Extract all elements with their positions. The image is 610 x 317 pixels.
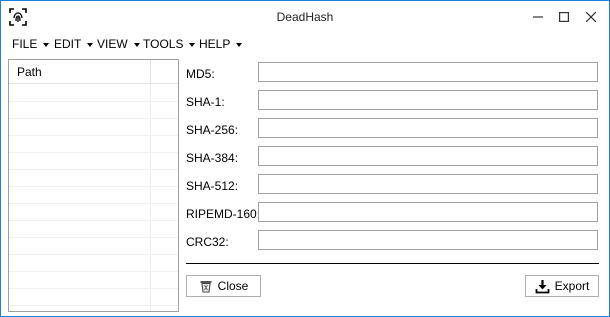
chevron-down-icon [87, 42, 94, 47]
download-icon [535, 279, 550, 293]
grid-row-line [9, 288, 178, 289]
sha384-label: SHA-384: [186, 151, 239, 165]
column-header-filler [151, 60, 178, 83]
close-icon [586, 11, 596, 22]
ripemd160-label: RIPEMD-160: [186, 207, 261, 221]
menu-help[interactable]: HELP [199, 37, 243, 51]
chevron-down-icon [133, 42, 140, 47]
crc32-label: CRC32: [186, 235, 229, 249]
close-button-label: Close [217, 279, 249, 293]
chevron-down-icon [43, 42, 50, 47]
export-button-label: Export [554, 279, 590, 293]
grid-row-line [9, 271, 178, 272]
menu-bar: FILE EDIT VIEW TOOLS HELP [1, 34, 609, 54]
sha256-label: SHA-256: [186, 123, 239, 137]
grid-row-line [9, 220, 178, 221]
md5-label: MD5: [186, 67, 215, 81]
grid-row-line [9, 186, 178, 187]
column-header-path-label: Path [17, 65, 42, 79]
main-window: DeadHash FILE EDIT VIEW TOOLS HELP Path … [0, 0, 610, 317]
sha1-field[interactable] [258, 90, 598, 110]
sha384-field[interactable] [258, 146, 598, 166]
menu-help-label: HELP [199, 37, 231, 51]
menu-edit-label: EDIT [54, 37, 82, 51]
grid-row-line [9, 254, 178, 255]
grid-row-line [9, 152, 178, 153]
trash-icon [200, 281, 212, 293]
close-window-button[interactable] [576, 1, 606, 32]
crc32-field[interactable] [258, 230, 598, 250]
menu-tools-label: TOOLS [143, 37, 184, 51]
menu-view[interactable]: VIEW [97, 37, 140, 51]
menu-tools[interactable]: TOOLS [143, 37, 196, 51]
menu-file[interactable]: FILE [12, 37, 50, 51]
grid-row-line [9, 237, 178, 238]
sha256-field[interactable] [258, 118, 598, 138]
maximize-icon [559, 11, 569, 22]
grid-row-line [9, 203, 178, 204]
ripemd160-field[interactable] [258, 202, 598, 222]
sha512-label: SHA-512: [186, 179, 239, 193]
menu-edit[interactable]: EDIT [54, 37, 94, 51]
file-list[interactable]: Path [8, 59, 179, 312]
grid-row-line [9, 101, 178, 102]
grid-row-line [9, 305, 178, 306]
column-header-path[interactable]: Path [9, 60, 151, 83]
close-button[interactable]: Close [186, 275, 261, 297]
grid-row-line [9, 169, 178, 170]
minimize-icon [533, 15, 543, 18]
title-bar[interactable]: DeadHash [1, 1, 609, 32]
window-title: DeadHash [276, 10, 334, 24]
menu-file-label: FILE [12, 37, 38, 51]
divider [186, 263, 599, 264]
sha1-label: SHA-1: [186, 95, 225, 109]
grid-row-line [9, 135, 178, 136]
menu-view-label: VIEW [97, 37, 128, 51]
maximize-button[interactable] [549, 1, 579, 32]
file-list-header: Path [9, 60, 178, 84]
md5-field[interactable] [258, 62, 598, 82]
grid-row-line [9, 118, 178, 119]
chevron-down-icon [189, 42, 196, 47]
sha512-field[interactable] [258, 174, 598, 194]
export-button[interactable]: Export [525, 275, 599, 297]
chevron-down-icon [236, 42, 243, 47]
